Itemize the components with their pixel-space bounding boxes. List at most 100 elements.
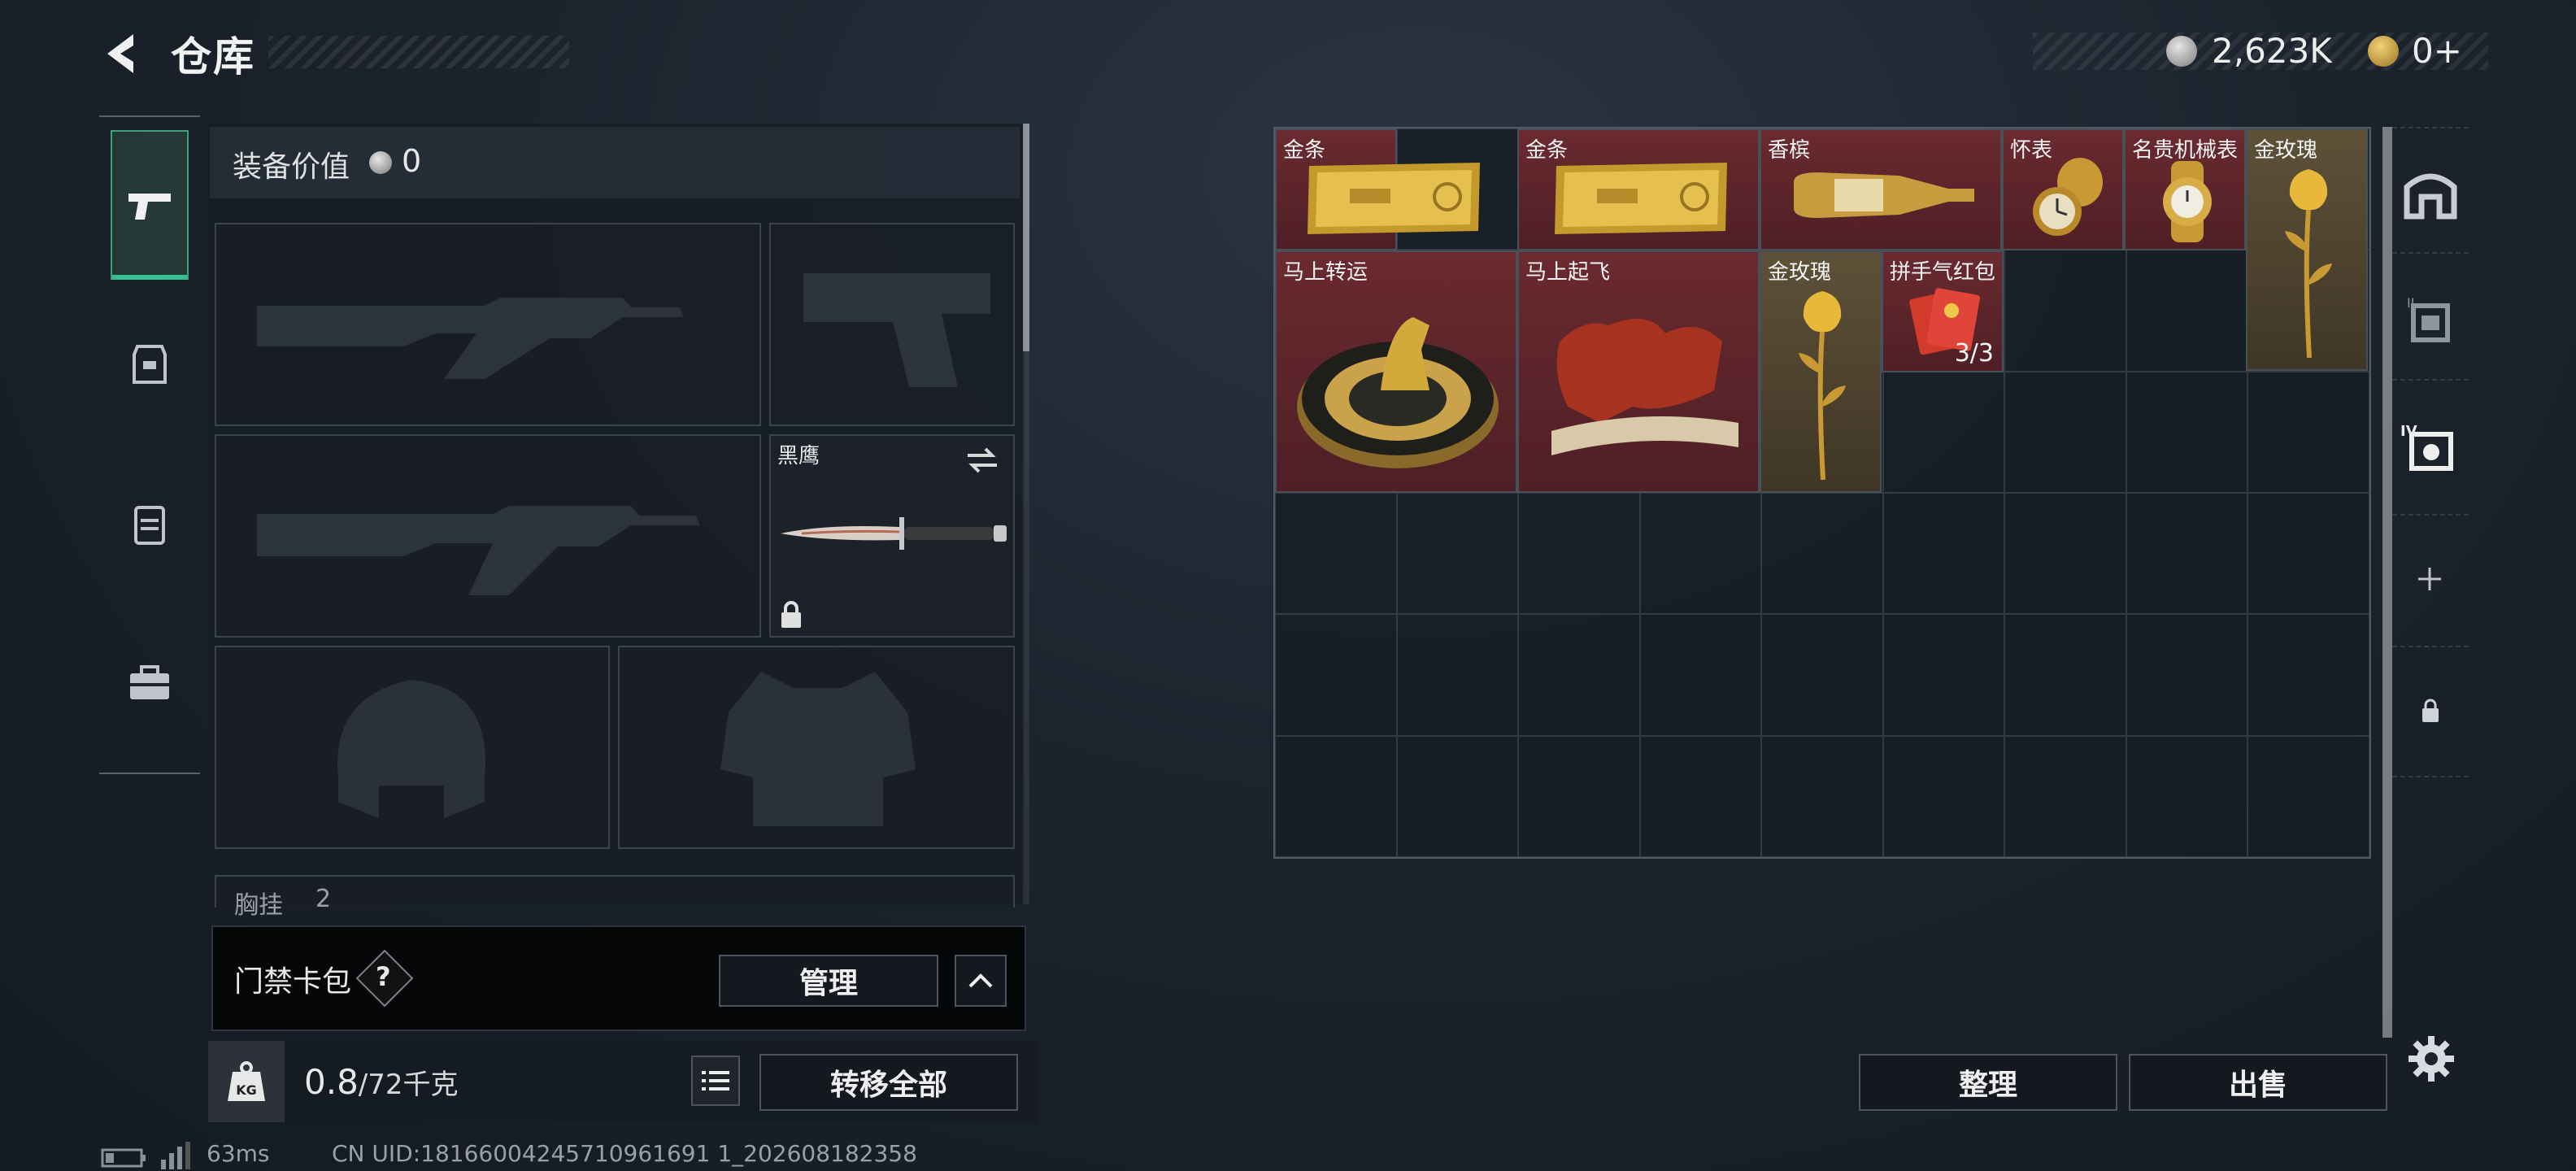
signal-icon <box>161 1142 190 1169</box>
sell-button[interactable]: 出售 <box>2129 1054 2387 1111</box>
stash-page-4-icon[interactable]: IV <box>2399 421 2461 478</box>
pocket-watch-icon <box>2033 158 2103 236</box>
add-icon[interactable] <box>2417 566 2443 592</box>
manage-button[interactable]: 管理 <box>719 955 938 1007</box>
champagne-bottle-icon <box>1794 172 1974 218</box>
grid-cell[interactable] <box>1396 735 1519 857</box>
item-luxury-watch[interactable]: 名贵机械表 <box>2124 128 2246 250</box>
item-golden-rose[interactable]: 金玫瑰 <box>1760 250 1882 493</box>
item-horse-figurine[interactable]: 马上起飞 <box>1517 250 1760 493</box>
item-name: 香槟 <box>1768 138 1811 163</box>
sidearm-slot[interactable] <box>769 223 1015 426</box>
list-view-button[interactable] <box>691 1056 740 1106</box>
rail-divider <box>2392 776 2469 777</box>
grid-cell[interactable] <box>2126 250 2248 372</box>
grid-cell[interactable] <box>2004 250 2126 372</box>
primary-weapon-slot-1[interactable] <box>215 223 761 426</box>
rail-divider <box>2392 646 2469 647</box>
title-decoration <box>268 36 569 68</box>
grid-cell[interactable] <box>1518 614 1640 736</box>
grid-cell[interactable] <box>2247 371 2369 493</box>
equipment-value-label: 装备价值 <box>233 150 350 184</box>
grid-cell[interactable] <box>1639 614 1762 736</box>
grid-cell[interactable] <box>1882 493 2005 615</box>
vest-silhouette-icon <box>720 672 916 826</box>
settings-gear-icon[interactable] <box>2407 1034 2456 1083</box>
item-horse-fortune-wheel[interactable]: 马上转运 <box>1275 250 1517 493</box>
rail-divider <box>2392 127 2469 128</box>
body-armor-slot[interactable] <box>618 646 1015 849</box>
user-uid: CN UID:18166004245710961691 1_2026081823… <box>332 1140 917 1167</box>
silver-amount: 2,623K <box>2212 31 2332 71</box>
lock-icon[interactable] <box>2420 698 2441 724</box>
grid-cell[interactable] <box>2247 614 2369 736</box>
golden-rose-icon <box>2285 169 2332 359</box>
grid-cell[interactable] <box>1396 614 1519 736</box>
svg-text:KG: KG <box>236 1082 257 1098</box>
grid-cell[interactable] <box>2004 614 2126 736</box>
rail-divider <box>2392 379 2469 381</box>
item-gold-bar[interactable]: 金条 <box>1517 128 1760 250</box>
grid-cell[interactable] <box>1761 614 1883 736</box>
pistol-silhouette-icon <box>803 273 990 387</box>
chevron-up-icon <box>968 973 993 988</box>
grid-cell[interactable] <box>2126 614 2248 736</box>
grid-cell[interactable] <box>1518 735 1640 857</box>
knife-icon <box>781 517 1007 550</box>
grid-cell[interactable] <box>1639 493 1762 615</box>
grid-cell[interactable] <box>2004 371 2126 493</box>
item-golden-rose[interactable]: 金玫瑰 <box>2246 128 2368 371</box>
helmet-slot[interactable] <box>215 646 610 849</box>
tab-toolbox[interactable] <box>111 608 189 758</box>
grid-cell[interactable] <box>1882 371 2005 493</box>
grid-cell[interactable] <box>2247 735 2369 857</box>
grid-cell[interactable] <box>2126 735 2248 857</box>
stash-scrollbar-thumb[interactable] <box>2382 127 2392 1038</box>
grid-cell[interactable] <box>1275 493 1397 615</box>
grid-cell[interactable] <box>2247 493 2369 615</box>
grid-cell[interactable] <box>1275 735 1397 857</box>
grid-cell[interactable] <box>2004 493 2126 615</box>
item-champagne[interactable]: 香槟 <box>1760 128 2002 250</box>
weight-current: 0.8 <box>304 1062 359 1102</box>
grid-cell[interactable] <box>1518 493 1640 615</box>
swap-icon[interactable] <box>963 444 1002 477</box>
silver-coin-icon <box>369 151 392 174</box>
grid-cell[interactable] <box>2126 371 2248 493</box>
primary-weapon-slot-2[interactable] <box>215 434 761 638</box>
chest-rig-count: 2 <box>315 885 332 913</box>
grid-cell[interactable] <box>1761 735 1883 857</box>
tab-gear[interactable] <box>111 289 189 439</box>
grid-cell[interactable] <box>2004 735 2126 857</box>
grid-cell[interactable] <box>2126 493 2248 615</box>
stash-home-icon[interactable] <box>2402 168 2459 220</box>
gold-amount: 0+ <box>2412 31 2462 71</box>
stash-page-2-icon[interactable]: II <box>2402 294 2459 351</box>
equipment-scrollbar-thumb[interactable] <box>1023 124 1029 351</box>
tab-weapons[interactable] <box>111 130 189 280</box>
chest-rig-label: 胸挂 <box>234 891 283 920</box>
gold-bar-icon <box>1555 163 1727 234</box>
grid-cell[interactable] <box>1761 493 1883 615</box>
rail-divider <box>2392 514 2469 516</box>
tab-backpack[interactable] <box>111 449 189 599</box>
grid-cell[interactable] <box>1275 614 1397 736</box>
chest-rig-slot[interactable]: 胸挂 2 <box>215 875 1015 920</box>
collapse-button[interactable] <box>955 955 1007 1007</box>
item-gold-bar[interactable]: 金条 <box>1275 128 1480 250</box>
back-arrow-icon[interactable] <box>98 29 146 78</box>
grid-cell[interactable] <box>1396 493 1519 615</box>
svg-text:II: II <box>2407 295 2414 311</box>
grid-cell[interactable] <box>1882 614 2005 736</box>
grid-cell[interactable] <box>1639 735 1762 857</box>
transfer-all-button[interactable]: 转移全部 <box>759 1054 1018 1111</box>
fortune-wheel-icon <box>1297 317 1499 468</box>
item-red-envelope[interactable]: 拼手气红包 3/3 <box>1882 250 2004 372</box>
gold-bar-icon <box>1308 163 1480 234</box>
grid-cell[interactable] <box>1882 735 2005 857</box>
item-pocket-watch[interactable]: 怀表 <box>2002 128 2124 250</box>
organize-button[interactable]: 整理 <box>1859 1054 2117 1111</box>
left-category-nav <box>99 115 200 774</box>
melee-slot[interactable]: 黑鹰 <box>769 434 1015 638</box>
wristwatch-icon <box>2163 161 2212 242</box>
